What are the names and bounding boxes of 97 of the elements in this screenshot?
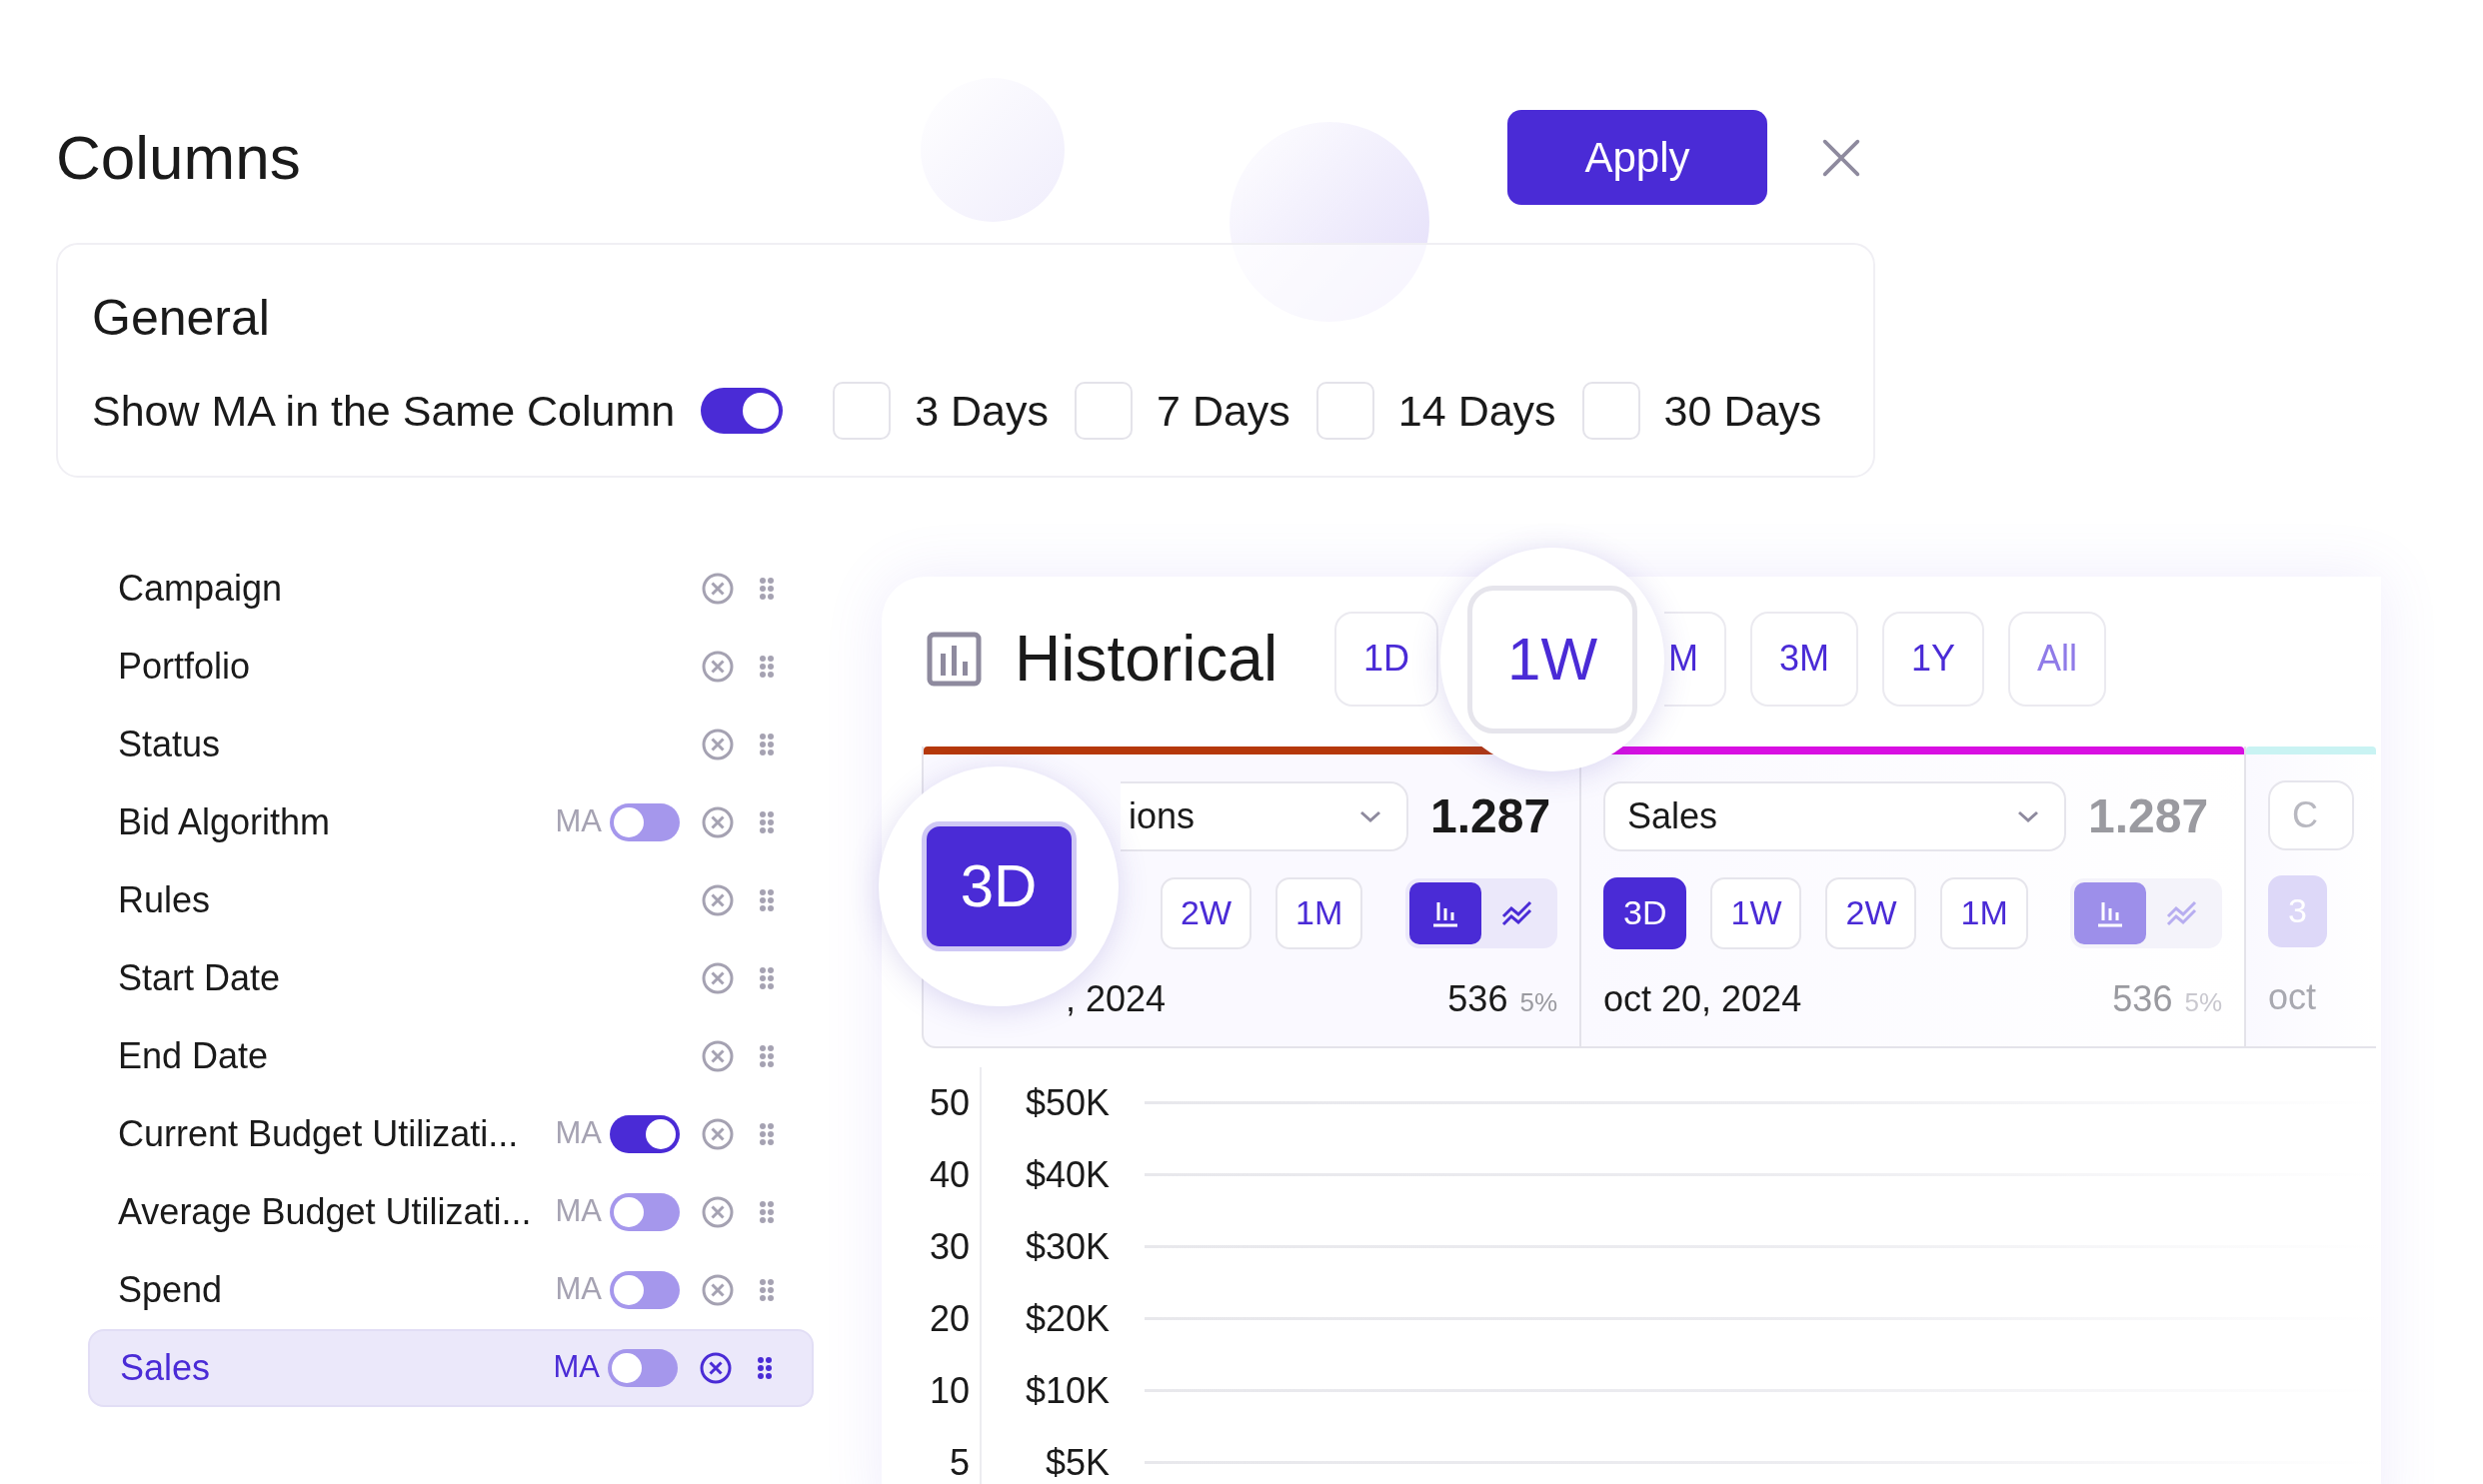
drag-handle-icon[interactable]: [760, 1277, 774, 1302]
range-button[interactable]: 1M: [1275, 876, 1363, 949]
list-row[interactable]: Rules: [88, 860, 814, 939]
axis-label: 40: [929, 1152, 970, 1197]
axis-label: $40K: [1025, 1152, 1110, 1197]
list-row[interactable]: Current Budget Utilizati... MA: [88, 1094, 814, 1173]
toggle-switch[interactable]: [608, 1348, 678, 1387]
range-button[interactable]: 2W: [1161, 876, 1251, 949]
list-row[interactable]: Portfolio: [88, 627, 814, 706]
checkbox[interactable]: [833, 382, 892, 441]
checkbox-label: 30 Days: [1663, 386, 1822, 437]
range-button[interactable]: 2W: [1825, 876, 1917, 949]
ma-label: MA: [555, 802, 602, 841]
axis-label: 20: [929, 1296, 970, 1341]
chevron-down-icon: [2016, 808, 2040, 823]
drag-handle-icon[interactable]: [760, 1199, 774, 1224]
remove-icon[interactable]: [700, 1351, 732, 1384]
column-label: Bid Algorithm: [118, 799, 331, 844]
toggle-switch[interactable]: [610, 802, 680, 841]
percent-change: 5%: [1519, 985, 1557, 1019]
bar-chart-icon[interactable]: [1409, 881, 1481, 944]
metric-value: 1.287: [2088, 787, 2209, 844]
metric-dropdown[interactable]: Sales: [1603, 780, 2066, 851]
apply-button[interactable]: Apply: [1507, 110, 1767, 205]
list-row[interactable]: Bid Algorithm MA: [88, 782, 814, 861]
count-value: 536: [2112, 976, 2173, 1021]
drag-handle-icon[interactable]: [760, 887, 774, 912]
column-label: Spend: [118, 1267, 223, 1312]
toggle-switch[interactable]: [610, 1270, 680, 1309]
column-label: Rules: [118, 877, 211, 922]
checkbox-label: 3 Days: [915, 386, 1049, 437]
column-label: Sales: [120, 1345, 211, 1390]
axis-label: $10K: [1025, 1368, 1110, 1413]
chart-icon: [927, 631, 982, 687]
setting-label: Show MA in the Same Column: [92, 386, 676, 437]
column-label: Average Budget Utilizati...: [118, 1189, 532, 1234]
drag-handle-icon[interactable]: [760, 965, 774, 990]
list-row[interactable]: End Date: [88, 1016, 814, 1095]
list-row[interactable]: Average Budget Utilizati... MA: [88, 1172, 814, 1251]
date-label: oct: [2268, 974, 2317, 1019]
ma-label: MA: [555, 1192, 602, 1231]
drag-handle-icon[interactable]: [760, 1121, 774, 1146]
selected-list-row[interactable]: Sales MA: [88, 1328, 814, 1407]
column-label: Status: [118, 722, 221, 766]
axis-label: 5: [949, 1440, 970, 1484]
checkbox[interactable]: [1581, 382, 1640, 441]
count-value: 536: [1447, 976, 1508, 1021]
drag-handle-icon[interactable]: [760, 654, 774, 679]
panel-title: Columns: [56, 126, 301, 189]
range-button[interactable]: 3D: [921, 820, 1077, 951]
axis-label: 30: [929, 1224, 970, 1269]
range-button[interactable]: 1W: [1467, 585, 1638, 734]
close-icon[interactable]: [1821, 137, 1861, 178]
chevron-down-icon: [1358, 808, 1382, 823]
date-label: , 2024: [1066, 976, 1167, 1021]
checkbox[interactable]: [1315, 382, 1374, 441]
metric-dropdown[interactable]: ions: [1121, 780, 1408, 851]
axis-label: $30K: [1025, 1224, 1110, 1269]
ma-label: MA: [555, 1270, 602, 1309]
range-button[interactable]: 3M: [1750, 611, 1859, 707]
column-label: Current Budget Utilizati...: [118, 1111, 519, 1156]
section-title: General: [92, 293, 271, 343]
checkbox-label: 7 Days: [1157, 386, 1290, 437]
list-row[interactable]: Campaign: [88, 549, 814, 628]
date-label: oct 20, 2024: [1603, 976, 1802, 1021]
metric-value: 1.287: [1430, 787, 1551, 844]
column-label: Start Date: [118, 955, 281, 1000]
checkbox-label: 14 Days: [1397, 386, 1556, 437]
range-button[interactable]: 1W: [1710, 876, 1802, 949]
axis-label: $5K: [1045, 1440, 1110, 1484]
drag-handle-icon[interactable]: [760, 1043, 774, 1068]
drag-handle-icon[interactable]: [760, 732, 774, 756]
toggle-switch[interactable]: [610, 1192, 680, 1231]
section-title: Historical: [1015, 623, 1278, 695]
toggle-switch[interactable]: [701, 388, 784, 435]
list-row[interactable]: Status: [88, 705, 814, 783]
axis-label: 10: [929, 1368, 970, 1413]
column-label: End Date: [118, 1033, 269, 1078]
axis-label: $20K: [1025, 1296, 1110, 1341]
range-button[interactable]: 1D: [1334, 611, 1439, 707]
ma-label: MA: [553, 1348, 600, 1387]
drag-handle-icon[interactable]: [760, 809, 774, 834]
range-button[interactable]: 1M: [1940, 876, 2028, 949]
drag-handle-icon[interactable]: [758, 1355, 772, 1380]
list-row[interactable]: Start Date: [88, 938, 814, 1017]
list-row[interactable]: Spend MA: [88, 1250, 814, 1329]
ma-label: MA: [555, 1114, 602, 1153]
range-button[interactable]: 3D: [1603, 876, 1687, 949]
drag-handle-icon[interactable]: [760, 576, 774, 601]
column-label: Portfolio: [118, 644, 251, 689]
checkbox[interactable]: [1075, 382, 1133, 441]
toggle-switch[interactable]: [610, 1114, 680, 1153]
axis-label: 50: [929, 1080, 970, 1125]
axis-label: $50K: [1025, 1080, 1110, 1125]
range-button[interactable]: 1Y: [1882, 611, 1985, 707]
column-label: Campaign: [118, 566, 283, 611]
range-button[interactable]: M: [1664, 611, 1727, 707]
